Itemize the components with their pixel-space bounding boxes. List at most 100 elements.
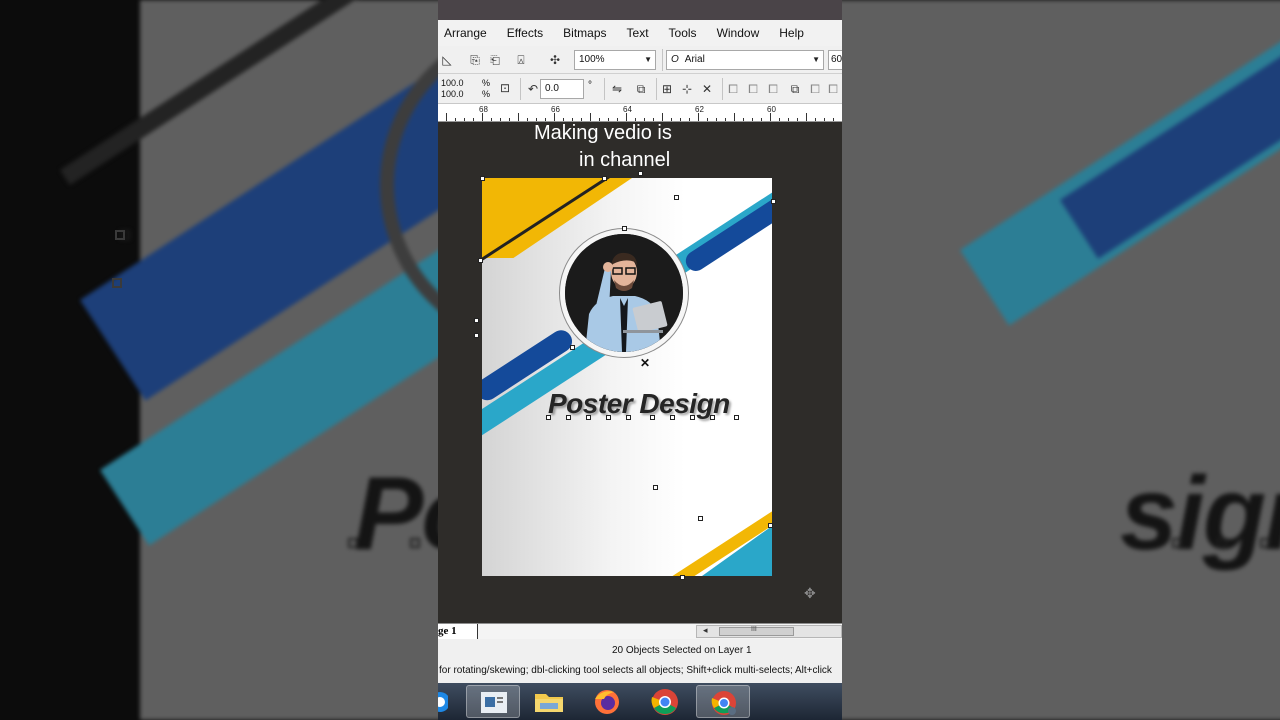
ruler-tick [500,118,501,121]
cyan-bottom-corner[interactable] [702,526,772,576]
selection-handle[interactable] [480,176,485,181]
ruler-tick [716,118,717,121]
taskbar-file-explorer[interactable] [522,685,576,718]
selection-handle[interactable] [474,318,479,323]
scrollbar-thumb[interactable]: III [719,626,794,636]
ungroup-all-icon[interactable]: ✕ [700,82,714,96]
front-minus-back-icon[interactable]: ⧠ [826,82,840,96]
ruler-tick [563,118,564,121]
export-icon[interactable]: ⎗ [488,53,502,67]
selection-handle[interactable] [653,485,658,490]
ruler-tick [635,118,636,121]
horizontal-scrollbar[interactable]: ◂ III [696,625,842,638]
ruler-tick [518,113,519,121]
page-navigator: ge 1 ◂ III [438,623,842,639]
taskbar-chrome[interactable] [638,685,692,718]
poster-title[interactable]: Poster Design [548,388,730,420]
launcher-icon[interactable]: ⍓ [514,53,528,67]
selection-handle[interactable] [546,415,551,420]
menu-help[interactable]: Help [779,26,804,40]
selection-handle[interactable] [638,171,643,176]
scroll-left-icon[interactable]: ◂ [703,625,708,636]
selection-handle[interactable] [586,415,591,420]
ruler-tick [788,118,789,121]
ruler-tick [473,118,474,121]
ruler-tick [545,118,546,121]
percent-x-label: % [482,78,491,88]
menu-effects[interactable]: Effects [507,26,543,40]
selection-handle[interactable] [566,415,571,420]
snap-icon[interactable]: ◺ [440,53,454,67]
import-icon[interactable]: ⎘ [468,53,482,67]
font-family-select[interactable]: O Arial ▼ [666,50,824,70]
menu-tools[interactable]: Tools [669,26,697,40]
taskbar-firefox[interactable] [580,685,634,718]
lock-ratio-icon[interactable]: ⊡ [498,81,512,95]
degree-label: ° [588,80,592,91]
ungroup-icon[interactable]: ⊹ [680,82,694,96]
selection-handle[interactable] [734,415,739,420]
weld-icon[interactable]: ⧠ [746,82,760,96]
chevron-down-icon: ▼ [812,55,820,64]
windows-taskbar [438,683,842,720]
portrait-photo[interactable] [565,234,683,352]
selection-handle[interactable] [474,333,479,338]
ruler-tick [536,118,537,121]
overlay-caption-line2: in channel [579,149,671,171]
menu-bitmaps[interactable]: Bitmaps [563,26,606,40]
selection-handle[interactable] [690,415,695,420]
selection-handle[interactable] [698,516,703,521]
poster-artboard[interactable]: Poster Design [482,178,772,576]
scroll-grip-label: III [751,626,757,633]
opentype-font-icon: O [671,54,679,65]
scale-x-value[interactable]: 100.0 [441,78,464,89]
trim-icon[interactable]: ⧠ [766,82,780,96]
selection-handle[interactable] [622,226,627,231]
ruler-tick [482,113,483,121]
scale-y-value[interactable]: 100.0 [441,89,464,100]
selection-handle[interactable] [771,199,776,204]
blurred-title-right: sign [1120,456,1280,572]
ruler-tick [707,118,708,121]
mirror-icon[interactable]: ⇋ [610,82,624,96]
selection-handle[interactable] [570,345,575,350]
selection-handle[interactable] [674,195,679,200]
selection-handle[interactable] [606,415,611,420]
zoom-level-select[interactable]: 100% ▼ [574,50,656,70]
ruler-tick [509,118,510,121]
video-frame: Po sign Arrange Effects Bitmaps Text Too… [0,0,1280,720]
ruler-tick [806,113,807,121]
menu-arrange[interactable]: Arrange [444,26,487,40]
selection-handle[interactable] [768,523,773,528]
group-icon[interactable]: ⧉ [634,82,648,96]
rotation-center-marker[interactable]: ✕ [640,356,650,370]
selection-handle[interactable] [710,415,715,420]
ruler-tick [752,118,753,121]
ruler-tick [527,118,528,121]
overlay-caption-line1: Making vedio is [534,122,672,144]
rotation-angle-input[interactable]: 0.0 [540,79,584,99]
font-size-select[interactable]: 60 [828,50,842,70]
menu-window[interactable]: Window [717,26,760,40]
align-icon[interactable]: ⊞ [660,82,674,96]
selection-handle[interactable] [670,415,675,420]
ruler-tick [734,113,735,121]
selection-handle[interactable] [602,176,607,181]
selection-handle[interactable] [650,415,655,420]
intersect-icon[interactable]: ⧉ [788,82,802,96]
corel-connect-icon[interactable]: ✣ [548,53,562,67]
selection-handle[interactable] [478,258,483,263]
taskbar-chrome-profile[interactable] [696,685,750,718]
selection-handle[interactable] [680,575,685,580]
page-tab-1[interactable]: ge 1 [438,624,478,639]
menu-text[interactable]: Text [627,26,649,40]
ruler-tick [653,118,654,121]
ruler-tick [581,118,582,121]
simplify-icon[interactable]: ⧠ [808,82,822,96]
combine-icon[interactable]: ⧠ [726,82,740,96]
standard-toolbar: ◺ ⎘ ⎗ ⍓ ✣ 100% ▼ O Arial ▼ 60 [438,46,842,74]
taskbar-edge[interactable] [438,685,450,718]
selection-handle[interactable] [626,415,631,420]
taskbar-slides[interactable] [466,685,520,718]
ruler-tick [572,118,573,121]
